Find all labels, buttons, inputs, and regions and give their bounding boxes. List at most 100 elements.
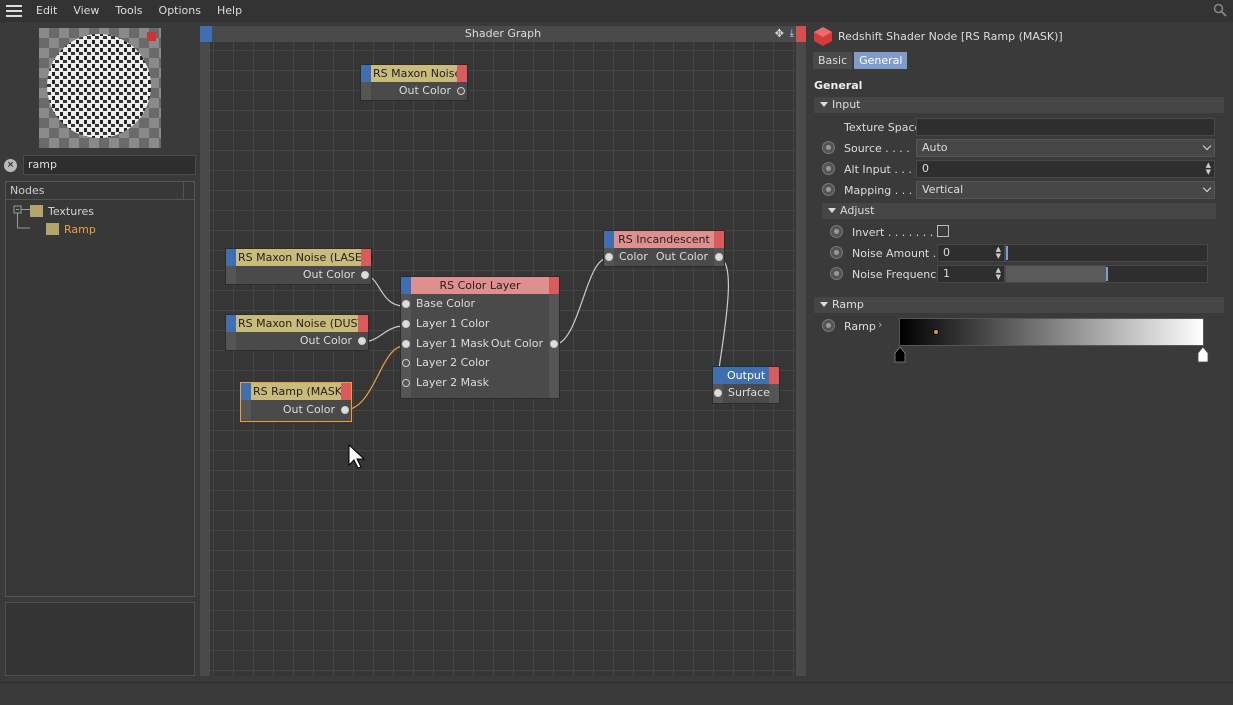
- input-port[interactable]: [605, 253, 613, 261]
- node-rs-maxon-noise-laser[interactable]: RS Maxon Noise (LASER) Out Color: [225, 248, 374, 285]
- group-adjust[interactable]: Adjust: [822, 203, 1216, 219]
- node-title: RS Incandescent: [618, 233, 710, 246]
- alt-input-value: 0: [922, 162, 929, 175]
- texture-space-label: Texture Space: [844, 121, 922, 134]
- menu-tools[interactable]: Tools: [107, 0, 150, 22]
- source-label: Source . . . .: [844, 142, 910, 155]
- source-dropdown[interactable]: Auto: [916, 139, 1215, 157]
- output-port[interactable]: [550, 340, 558, 348]
- output-port[interactable]: [341, 406, 349, 414]
- section-title: General: [814, 79, 863, 92]
- tab-basic[interactable]: Basic: [813, 52, 853, 69]
- stepper-icon[interactable]: ▲ ▼: [1206, 162, 1211, 176]
- port-label: Out Color: [299, 334, 352, 347]
- tree-item-ramp[interactable]: Ramp: [46, 220, 96, 238]
- tree-item-label: Ramp: [64, 222, 96, 236]
- input-port[interactable]: [402, 300, 410, 308]
- mapping-value: Vertical: [922, 183, 964, 196]
- port-label: Color: [619, 250, 648, 263]
- noise-amount-slider[interactable]: [1005, 244, 1208, 262]
- slider-handle[interactable]: [1006, 246, 1008, 260]
- texture-space-field[interactable]: [916, 118, 1215, 136]
- node-title: RS Maxon Noise (DUST): [238, 317, 369, 330]
- source-keyframe-icon[interactable]: [822, 141, 835, 154]
- left-panel: × ramp Nodes Textures Ramp: [0, 22, 200, 680]
- ramp-interpolation-knot[interactable]: [933, 329, 939, 335]
- noise-frequency-keyframe-icon[interactable]: [830, 267, 843, 280]
- hamburger-menu-icon[interactable]: [6, 5, 22, 17]
- attribute-inspector: Redshift Shader Node [RS Ramp (MASK)] Ba…: [810, 22, 1233, 680]
- output-port[interactable]: [715, 253, 723, 261]
- ramp-keyframe-icon[interactable]: [822, 319, 835, 332]
- node-title: RS Maxon Noise: [373, 67, 462, 80]
- mouse-cursor-icon: [348, 444, 366, 469]
- nodes-header: Nodes: [6, 182, 194, 200]
- port-label: Layer 2 Color: [416, 356, 490, 369]
- node-rs-incandescent[interactable]: RS Incandescent Color Out Color: [603, 230, 725, 267]
- alt-input-keyframe-icon[interactable]: [822, 162, 835, 175]
- node-title: RS Ramp (MASK): [253, 385, 347, 398]
- search-input[interactable]: ramp: [23, 155, 196, 175]
- clear-search-icon[interactable]: ×: [4, 158, 17, 172]
- status-bar: [0, 682, 1233, 705]
- group-ramp[interactable]: Ramp: [814, 297, 1224, 313]
- search-icon[interactable]: [1213, 3, 1227, 17]
- input-port[interactable]: [402, 320, 410, 328]
- mapping-keyframe-icon[interactable]: [822, 183, 835, 196]
- ramp-knot-black-icon[interactable]: [894, 347, 906, 363]
- noise-amount-field[interactable]: 0 ▲ ▼: [937, 244, 1005, 262]
- inspector-title: Redshift Shader Node [RS Ramp (MASK)]: [838, 30, 1063, 43]
- node-rs-maxon-noise[interactable]: RS Maxon Noise Out Color: [360, 64, 468, 101]
- input-port[interactable]: [714, 389, 722, 397]
- noise-frequency-slider[interactable]: [1005, 265, 1208, 283]
- group-input[interactable]: Input: [814, 97, 1224, 113]
- menu-help[interactable]: Help: [209, 0, 250, 22]
- port-label: Base Color: [416, 297, 476, 310]
- output-port[interactable]: [361, 271, 369, 279]
- chevron-right-icon[interactable]: ›: [878, 318, 882, 331]
- node-title: RS Color Layer: [439, 279, 521, 292]
- menu-options[interactable]: Options: [151, 0, 209, 22]
- tab-general[interactable]: General: [854, 52, 908, 69]
- node-output[interactable]: Output Surface: [712, 366, 780, 404]
- folder-icon: [30, 205, 43, 217]
- stepper-icon[interactable]: ▲ ▼: [996, 267, 1001, 281]
- stepper-icon[interactable]: ▲ ▼: [996, 246, 1001, 260]
- shader-graph-panel: Shader Graph ✥ ⤓ RS Maxon Noise Out Colo…: [200, 26, 806, 676]
- port-label: Layer 1 Mask: [416, 337, 489, 350]
- noise-amount-value: 0: [943, 246, 950, 259]
- noise-amount-keyframe-icon[interactable]: [830, 246, 843, 259]
- node-rs-maxon-noise-dust[interactable]: RS Maxon Noise (DUST) Out Color: [225, 314, 369, 351]
- port-label: Layer 1 Color: [416, 317, 490, 330]
- slider-fill: [1006, 266, 1106, 282]
- input-port[interactable]: [402, 340, 410, 348]
- mapping-label: Mapping . . .: [844, 184, 913, 197]
- tree-item-textures[interactable]: Textures: [30, 202, 94, 220]
- invert-checkbox[interactable]: [937, 225, 949, 237]
- input-port[interactable]: [402, 379, 410, 387]
- ramp-label: Ramp: [844, 320, 876, 333]
- output-port[interactable]: [358, 337, 366, 345]
- menu-view[interactable]: View: [65, 0, 107, 22]
- material-preview: [39, 28, 161, 148]
- source-value: Auto: [922, 141, 948, 154]
- ramp-gradient[interactable]: [899, 318, 1204, 346]
- menu-edit[interactable]: Edit: [28, 0, 65, 22]
- node-rs-color-layer[interactable]: RS Color Layer Base Color Layer 1 Color …: [400, 276, 560, 399]
- ramp-knot-white-icon[interactable]: [1197, 347, 1209, 363]
- mapping-dropdown[interactable]: Vertical: [916, 181, 1215, 199]
- node-rs-ramp-mask[interactable]: RS Ramp (MASK) Out Color: [240, 382, 352, 422]
- port-label: Out Color: [302, 268, 355, 281]
- nodes-header-label: Nodes: [10, 184, 45, 197]
- alt-input-field[interactable]: 0 ▲ ▼: [916, 160, 1215, 178]
- output-port[interactable]: [457, 87, 465, 95]
- info-panel: [5, 602, 195, 676]
- tree-connector-icon: [13, 205, 30, 229]
- noise-frequency-field[interactable]: 1 ▲ ▼: [937, 265, 1005, 283]
- invert-label: Invert . . . . . . .: [852, 226, 934, 239]
- invert-keyframe-icon[interactable]: [830, 225, 843, 238]
- noise-frequency-value: 1: [943, 267, 950, 280]
- folder-icon: [46, 223, 59, 235]
- input-port[interactable]: [402, 359, 410, 367]
- slider-handle[interactable]: [1106, 267, 1108, 281]
